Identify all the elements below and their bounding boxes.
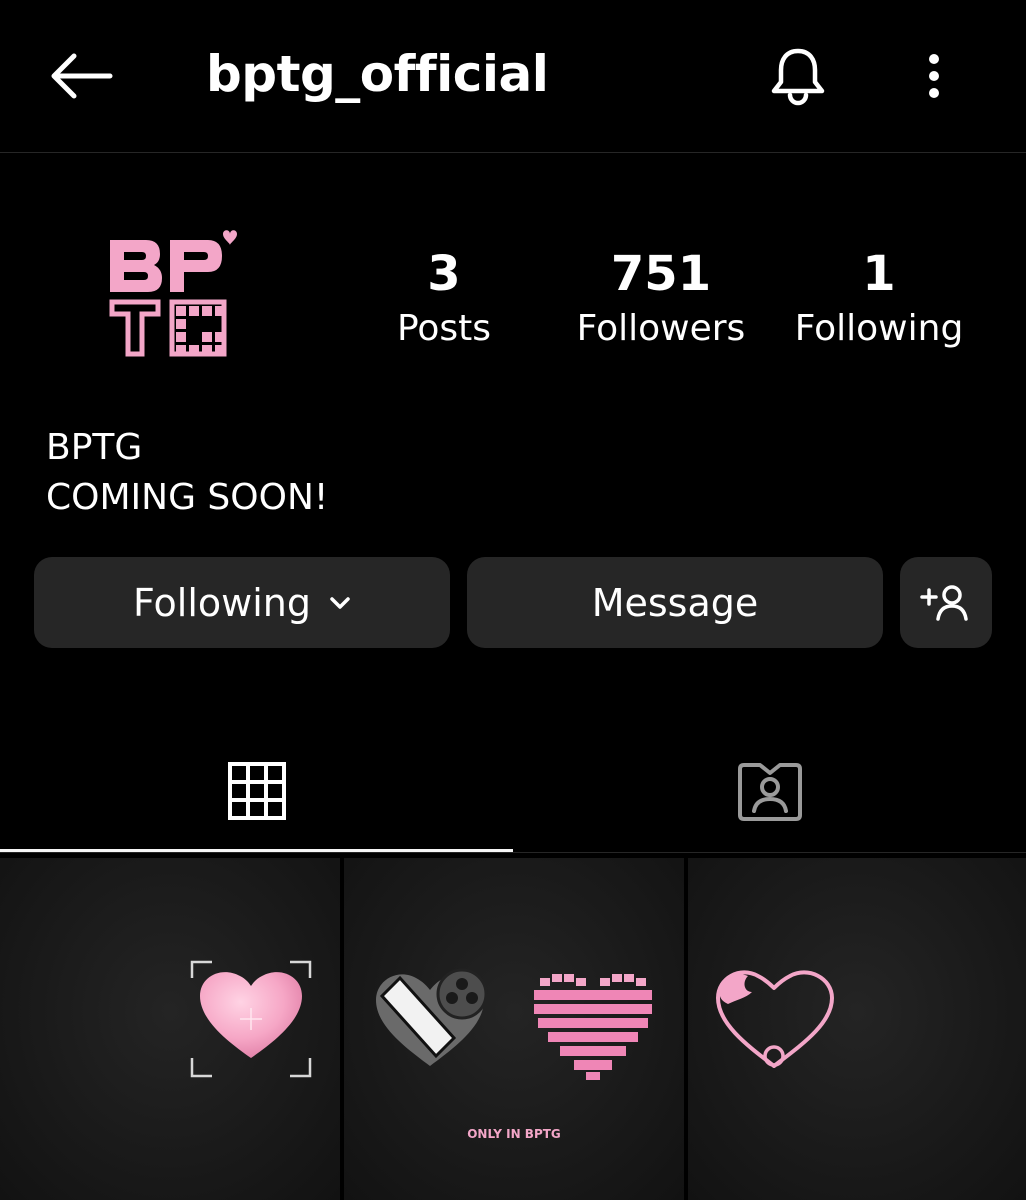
profile-avatar[interactable] (96, 226, 246, 366)
following-button[interactable]: Following (34, 557, 450, 648)
following-stat[interactable]: 1 Following (782, 244, 976, 354)
following-label: Following (794, 308, 964, 349)
outline-heart-icon (716, 970, 834, 1068)
chevron-down-icon (329, 596, 351, 610)
suggest-people-button[interactable] (900, 557, 992, 648)
film-heart-icon: ONLY IN BPTG (376, 968, 652, 1141)
bio-text: COMING SOON! (46, 477, 329, 518)
post-thumbnail-1[interactable] (0, 858, 340, 1200)
posts-stat[interactable]: 3 Posts (374, 244, 514, 354)
post-caption: ONLY IN BPTG (467, 1127, 561, 1141)
grid-icon (227, 762, 286, 820)
following-count: 1 (862, 246, 896, 302)
add-person-icon (920, 584, 968, 621)
tab-divider (0, 852, 1026, 853)
profile-username: bptg_official (206, 45, 549, 103)
arrow-left-icon (51, 53, 113, 99)
tagged-person-icon (737, 763, 802, 821)
posts-label: Posts (396, 308, 492, 349)
heart-focus-icon (190, 960, 312, 1078)
tab-posts-grid[interactable] (0, 730, 513, 852)
message-button-label: Message (591, 580, 759, 625)
more-vertical-icon (929, 54, 939, 98)
following-button-label: Following (133, 580, 311, 625)
top-bar: bptg_official (0, 0, 1026, 153)
post-thumbnail-2[interactable]: ONLY IN BPTG (344, 858, 684, 1200)
notifications-button[interactable] (762, 40, 834, 112)
back-button[interactable] (40, 44, 120, 108)
more-options-button[interactable] (904, 40, 964, 112)
followers-stat[interactable]: 751 Followers (566, 244, 756, 354)
bptg-logo (109, 230, 237, 357)
followers-label: Followers (576, 308, 746, 349)
bell-icon (771, 48, 825, 106)
message-button[interactable]: Message (467, 557, 883, 648)
bio-name: BPTG (46, 427, 143, 468)
tab-tagged[interactable] (513, 730, 1026, 852)
post-thumbnail-3[interactable] (688, 858, 1026, 1200)
followers-count: 751 (610, 246, 712, 302)
posts-count: 3 (427, 246, 461, 302)
